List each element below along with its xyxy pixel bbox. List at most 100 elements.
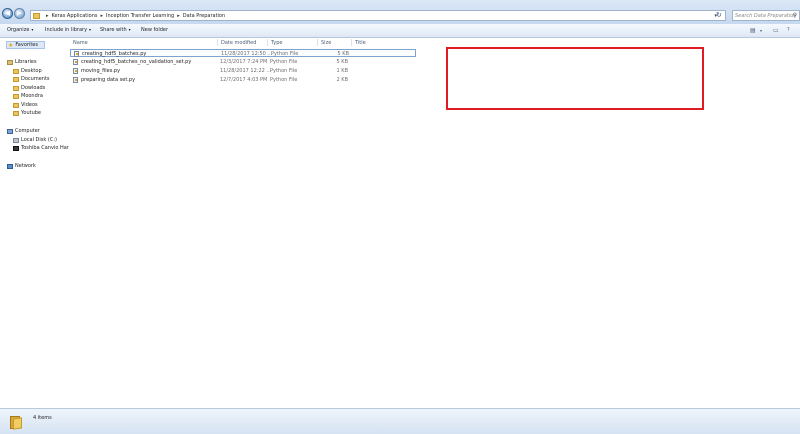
file-name: creating_hdf5_batches_no_validation_set.… <box>81 59 192 65</box>
breadcrumb-data-preparation[interactable]: Data Preparation <box>183 13 225 19</box>
file-date: 11/28/2017 12:22 ... <box>220 68 272 74</box>
column-divider[interactable] <box>317 39 318 46</box>
nav-item-youtube[interactable]: Youtube <box>13 110 41 116</box>
file-row[interactable]: creating_hdf5_batches.py 11/28/2017 12:5… <box>70 49 416 57</box>
address-box[interactable]: ▸ Keras Applications ▸ Inception Transfe… <box>30 10 726 21</box>
nav-network[interactable]: Network <box>7 163 36 169</box>
star-icon: ★ <box>8 41 14 49</box>
folder-icon <box>13 93 19 99</box>
chevron-down-icon: ▾ <box>31 27 34 32</box>
folder-icon <box>13 85 19 91</box>
preview-pane-icon[interactable]: ▭ <box>773 27 779 34</box>
breadcrumb-chevron-icon[interactable]: ▸ <box>46 13 49 19</box>
address-bar-area: ◀ ▶ ▸ Keras Applications ▸ Inception Tra… <box>0 0 800 25</box>
file-size: 5 KB <box>337 51 349 57</box>
file-date: 12/7/2017 4:03 PM <box>220 77 268 83</box>
view-options-icon[interactable]: ▤ <box>750 27 756 34</box>
nav-item-label: Dowloads <box>21 85 46 91</box>
nav-computer-label: Computer <box>15 128 40 134</box>
include-in-library-button[interactable]: Include in library ▾ <box>45 27 91 33</box>
chevron-down-icon: ▾ <box>128 27 131 32</box>
nav-item-videos[interactable]: Videos <box>13 102 38 108</box>
column-divider[interactable] <box>267 39 268 46</box>
file-size: 1 KB <box>336 68 348 74</box>
file-row[interactable]: preparing data set.py 12/7/2017 4:03 PM … <box>70 76 416 84</box>
nav-item-local-disk[interactable]: Local Disk (C:) <box>13 137 57 143</box>
file-row[interactable]: creating_hdf5_batches_no_validation_set.… <box>70 58 416 66</box>
include-in-library-label: Include in library <box>45 27 88 33</box>
nav-item-dowloads[interactable]: Dowloads <box>13 85 45 91</box>
folder-icon <box>13 110 19 116</box>
folder-icon <box>13 76 19 82</box>
breadcrumb-chevron-icon[interactable]: ▸ <box>100 13 103 19</box>
nav-item-label: Videos <box>21 102 38 108</box>
network-icon <box>7 163 13 169</box>
python-file-icon <box>73 77 78 83</box>
file-name: preparing data set.py <box>81 77 136 83</box>
nav-item-label: Local Disk (C:) <box>21 137 57 143</box>
breadcrumb-chevron-icon[interactable]: ▸ <box>177 13 180 19</box>
share-with-button[interactable]: Share with ▾ <box>100 27 131 33</box>
library-icon <box>7 59 13 65</box>
nav-libraries-label: Libraries <box>15 59 37 65</box>
folder-icon <box>13 102 19 108</box>
python-file-icon <box>73 59 78 65</box>
column-header-date-modified[interactable]: Date modified <box>221 40 256 46</box>
nav-favorites-label: Favorites <box>15 42 38 48</box>
column-divider[interactable] <box>351 39 352 46</box>
view-dropdown-icon[interactable]: ▾ <box>760 28 762 33</box>
nav-item-desktop[interactable]: Desktop <box>13 68 42 74</box>
search-input[interactable]: Search Data Preparation ⚲ <box>732 10 800 21</box>
file-type: Python File <box>270 77 298 83</box>
organize-button[interactable]: Organize ▾ <box>7 27 33 33</box>
file-date: 12/3/2017 7:24 PM <box>220 59 268 65</box>
nav-item-label: Moondra <box>21 93 43 99</box>
column-header-type[interactable]: Type <box>271 40 282 46</box>
file-name: moving_files.py <box>81 68 121 74</box>
share-with-label: Share with <box>100 27 127 33</box>
nav-item-label: Youtube <box>21 110 41 116</box>
folder-icon <box>10 414 22 430</box>
nav-libraries[interactable]: Libraries <box>7 59 37 65</box>
python-file-icon <box>74 51 79 57</box>
file-size: 5 KB <box>336 59 348 65</box>
nav-item-label: Toshiba Canvio Har <box>21 145 69 151</box>
nav-item-label: Documents <box>21 76 50 82</box>
nav-item-moondra[interactable]: Moondra <box>13 93 43 99</box>
organize-label: Organize <box>7 27 30 33</box>
folder-icon <box>13 68 19 74</box>
highlight-box <box>446 47 704 110</box>
chevron-down-icon: ▾ <box>89 27 92 32</box>
folder-icon <box>33 12 40 19</box>
nav-favorites[interactable]: ★ Favorites <box>6 41 45 49</box>
file-type: Python File <box>270 59 298 65</box>
refresh-icon[interactable]: ↻ <box>716 11 722 19</box>
file-row[interactable]: moving_files.py 11/28/2017 12:22 ... Pyt… <box>70 67 416 75</box>
forward-button[interactable]: ▶ <box>14 8 25 19</box>
search-icon[interactable]: ⚲ <box>793 11 797 21</box>
navigation-pane: ★ Favorites Libraries Desktop Documents … <box>0 38 69 408</box>
breadcrumb-keras-applications[interactable]: Keras Applications <box>52 13 98 19</box>
new-folder-button[interactable]: New folder <box>141 27 168 33</box>
nav-item-label: Desktop <box>21 68 42 74</box>
column-header-size[interactable]: Size <box>321 40 331 46</box>
search-placeholder: Search Data Preparation <box>735 13 797 19</box>
nav-item-toshiba[interactable]: Toshiba Canvio Har <box>13 145 69 151</box>
column-header-name[interactable]: Name <box>73 40 88 46</box>
file-type: Python File <box>271 51 299 57</box>
nav-network-label: Network <box>15 163 36 169</box>
new-folder-label: New folder <box>141 27 169 33</box>
nav-item-documents[interactable]: Documents <box>13 76 50 82</box>
python-file-icon <box>73 68 78 74</box>
nav-computer[interactable]: Computer <box>7 128 40 134</box>
help-icon[interactable]: ? <box>787 27 790 33</box>
column-divider[interactable] <box>217 39 218 46</box>
command-toolbar: Organize ▾ Include in library ▾ Share with… <box>0 24 800 38</box>
column-header-title[interactable]: Title <box>355 40 366 46</box>
file-name: creating_hdf5_batches.py <box>82 51 147 57</box>
back-button[interactable]: ◀ <box>2 8 13 19</box>
breadcrumb-inception-transfer-learning[interactable]: Inception Transfer Learning <box>106 13 174 19</box>
computer-icon <box>7 128 13 134</box>
hard-disk-icon <box>13 137 19 143</box>
file-date: 11/28/2017 12:50 ... <box>221 51 273 57</box>
